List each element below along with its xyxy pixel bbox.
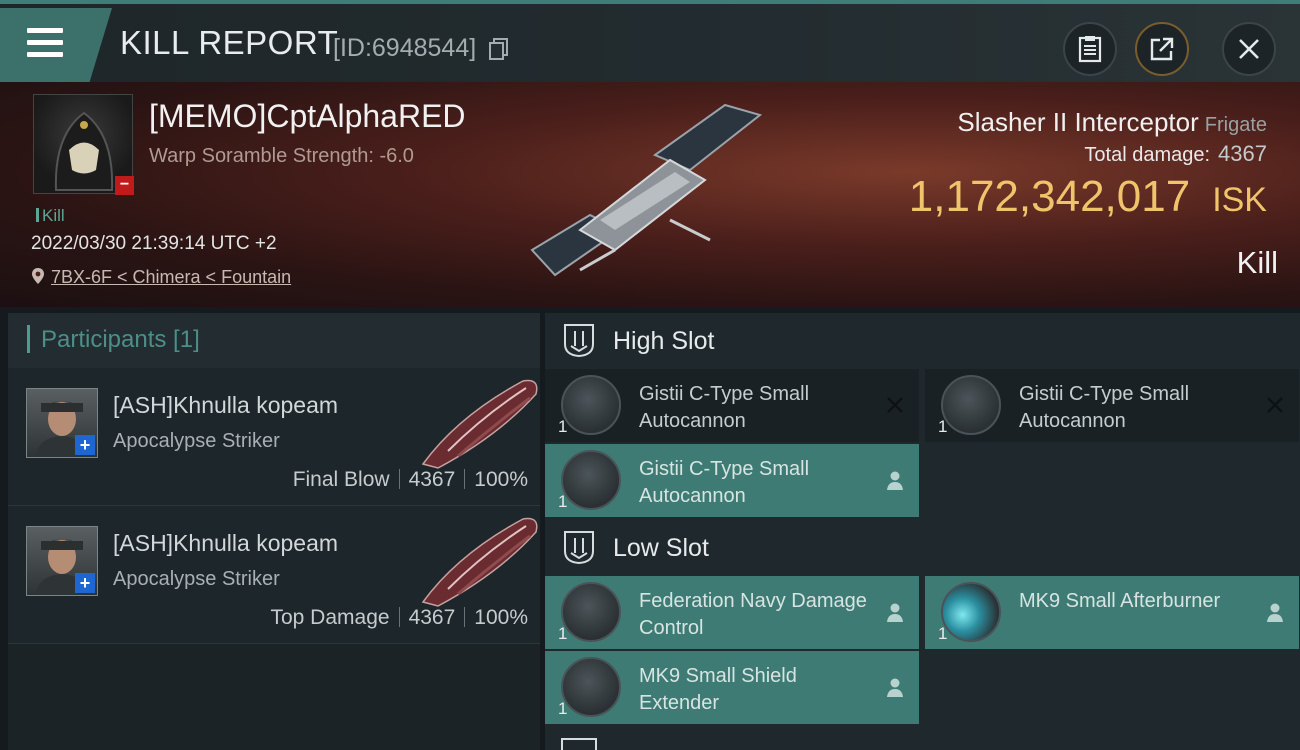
- participant-percent: 100%: [474, 606, 528, 629]
- module-name: Gistii C-Type Small Autocannon: [1019, 383, 1190, 432]
- menu-button[interactable]: [0, 8, 112, 82]
- autocannon-icon: [561, 450, 621, 510]
- title-bar: KILL REPORT [ID:6948544]: [0, 0, 1300, 82]
- participant-percent: 100%: [474, 468, 528, 491]
- module-quantity: 1: [558, 492, 568, 511]
- autocannon-icon: [941, 375, 1001, 435]
- clipboard-button[interactable]: [1063, 22, 1117, 76]
- participants-label: Participants [1]: [41, 326, 200, 353]
- victim-name[interactable]: [MEMO]CptAlphaRED: [149, 98, 466, 135]
- close-icon: [1239, 39, 1259, 59]
- low-slot-header: Low Slot: [545, 520, 1300, 576]
- share-button[interactable]: [1135, 22, 1189, 76]
- module-quantity: 1: [938, 624, 948, 643]
- kill-banner: − [MEMO]CptAlphaRED Warp Soramble Streng…: [0, 82, 1300, 307]
- destroyed-icon: [1267, 397, 1283, 413]
- participant-stats: Top Damage 4367 100%: [270, 606, 528, 630]
- close-button[interactable]: [1222, 22, 1276, 76]
- kill-tag: Kill: [36, 206, 65, 226]
- low-slot-label: Low Slot: [613, 534, 709, 562]
- module-slot[interactable]: 1 MK9 Small Afterburner: [925, 576, 1299, 649]
- high-slot-header: High Slot: [545, 313, 1300, 369]
- dropped-person-icon: [887, 678, 903, 697]
- participants-panel: Participants [1] + [ASH]Khnulla kopeam A…: [8, 313, 540, 750]
- module-quantity: 1: [938, 417, 948, 436]
- high-slot-icon: [564, 324, 594, 358]
- kill-location[interactable]: 7BX-6F < Chimera < Fountain: [31, 267, 291, 288]
- module-name: MK9 Small Shield Extender: [639, 665, 797, 714]
- module-name: MK9 Small Afterburner: [1019, 590, 1221, 612]
- kill-result: Kill: [1236, 245, 1278, 280]
- module-slot[interactable]: 1 Gistii C-Type Small Autocannon: [545, 444, 919, 517]
- module-name: Federation Navy Damage Control: [639, 590, 867, 639]
- warp-scramble-strength: Warp Soramble Strength: -6.0: [149, 145, 414, 167]
- participant-row[interactable]: + [ASH]Khnulla kopeam Apocalypse Striker…: [8, 368, 540, 506]
- total-damage-label: Total damage:: [1084, 144, 1211, 166]
- copy-icon[interactable]: [489, 38, 509, 60]
- participant-ship-image: [421, 517, 538, 607]
- module-slot[interactable]: 1 MK9 Small Shield Extender: [545, 651, 919, 724]
- participant-name[interactable]: [ASH]Khnulla kopeam: [113, 530, 338, 557]
- isk-value: 1,172,342,017 ISK: [909, 172, 1267, 222]
- add-contact-icon: +: [75, 573, 95, 593]
- fitting-panel: High Slot 1 Gistii C-Type Small Autocann…: [545, 313, 1300, 750]
- participant-stats: Final Blow 4367 100%: [293, 468, 528, 492]
- report-id: [ID:6948544]: [333, 34, 477, 62]
- ship-model-image: [530, 103, 763, 277]
- participant-role: Top Damage: [270, 606, 390, 629]
- module-slot[interactable]: 1 Gistii C-Type Small Autocannon: [545, 369, 919, 442]
- page-title: KILL REPORT: [120, 24, 339, 61]
- module-slot[interactable]: 1 Gistii C-Type Small Autocannon: [925, 369, 1299, 442]
- ship-class: Frigate: [1204, 114, 1267, 136]
- participant-name[interactable]: [ASH]Khnulla kopeam: [113, 392, 338, 419]
- ship-name[interactable]: Slasher II Interceptor Frigate: [957, 107, 1267, 138]
- module-name: Gistii C-Type Small Autocannon: [639, 458, 810, 507]
- module-quantity: 1: [558, 699, 568, 718]
- afterburner-icon: [941, 582, 1001, 642]
- participant-ship-image: [421, 379, 538, 469]
- autocannon-icon: [561, 375, 621, 435]
- module-name: Gistii C-Type Small Autocannon: [639, 383, 810, 432]
- dropped-person-icon: [887, 603, 903, 622]
- dropped-person-icon: [1267, 603, 1283, 622]
- participant-damage: 4367: [408, 606, 456, 629]
- isk-amount: 1,172,342,017: [908, 172, 1191, 221]
- kill-tag-label: Kill: [42, 206, 65, 225]
- shield-extender-icon: [561, 657, 621, 717]
- module-quantity: 1: [558, 417, 568, 436]
- ship-name-label: Slasher II Interceptor: [957, 107, 1199, 137]
- dropped-person-icon: [887, 471, 903, 490]
- hamburger-icon: [27, 28, 63, 58]
- participant-row[interactable]: + [ASH]Khnulla kopeam Apocalypse Striker…: [8, 506, 540, 644]
- total-damage-value: 4367: [1218, 141, 1267, 166]
- participant-portrait[interactable]: +: [26, 526, 98, 596]
- share-icon: [1150, 37, 1174, 61]
- module-slot[interactable]: 1 Federation Navy Damage Control: [545, 576, 919, 649]
- participant-role: Final Blow: [292, 468, 390, 491]
- mid-slot-icon-partial: [561, 738, 597, 750]
- hostile-badge: −: [115, 176, 134, 195]
- destroyed-icon: [887, 397, 903, 413]
- participant-damage: 4367: [408, 468, 456, 491]
- module-quantity: 1: [558, 624, 568, 643]
- participant-portrait[interactable]: +: [26, 388, 98, 458]
- isk-unit: ISK: [1212, 181, 1267, 219]
- location-link[interactable]: 7BX-6F < Chimera < Fountain: [51, 267, 291, 287]
- kill-datetime: 2022/03/30 21:39:14 UTC +2: [31, 233, 277, 254]
- damage-control-icon: [561, 582, 621, 642]
- high-slot-label: High Slot: [613, 327, 715, 355]
- clipboard-icon: [1078, 36, 1102, 63]
- add-contact-icon: +: [75, 435, 95, 455]
- low-slot-icon: [564, 531, 594, 565]
- participant-ship: Apocalypse Striker: [113, 568, 280, 590]
- total-damage: Total damage: 4367: [1084, 141, 1267, 167]
- participant-ship: Apocalypse Striker: [113, 430, 280, 452]
- location-pin-icon: [32, 268, 44, 284]
- participants-header: Participants [1]: [8, 313, 540, 368]
